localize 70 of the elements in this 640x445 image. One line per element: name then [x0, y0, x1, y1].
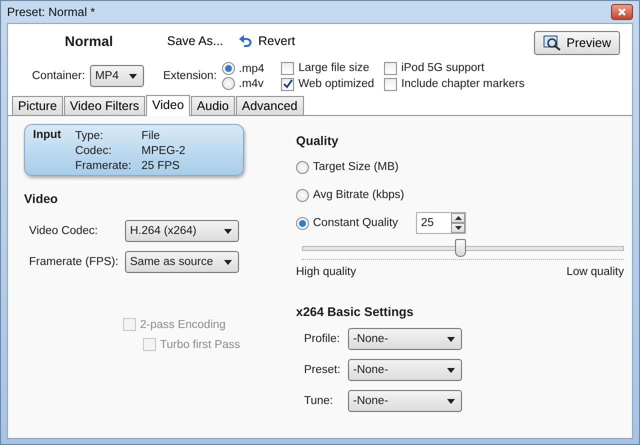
radio-button[interactable]	[222, 77, 235, 90]
checkbox[interactable]	[281, 62, 294, 74]
checkbox[interactable]	[384, 78, 398, 90]
section-heading: x264 Basic Settings	[296, 305, 414, 319]
down-arrow-icon	[454, 226, 462, 230]
radio-label: Avg Bitrate (kbps)	[313, 189, 404, 201]
dropdown[interactable]: -None-	[348, 328, 462, 350]
checkbox[interactable]	[384, 62, 398, 74]
checkbox-label: iPod 5G support	[401, 62, 484, 74]
spin-down-button[interactable]	[451, 223, 465, 233]
input-heading: Input	[33, 129, 62, 143]
radio-button[interactable]	[222, 62, 235, 75]
section-heading: Quality	[296, 134, 340, 148]
field-label: Preset:	[304, 364, 342, 376]
spin-up-button[interactable]	[451, 213, 465, 223]
radio-button[interactable]	[296, 160, 309, 174]
preview-button[interactable]: Preview	[534, 31, 620, 55]
checkbox-label: Large file size	[298, 62, 370, 74]
checkbox-label: Include chapter markers	[401, 78, 525, 90]
scale-label: High quality	[296, 266, 356, 278]
radio-label: .m4v	[238, 78, 264, 90]
slider-thumb[interactable]	[454, 239, 466, 257]
checkbox-label: Web optimized	[298, 78, 374, 90]
radio-button[interactable]	[296, 188, 309, 202]
tab[interactable]: Video	[146, 95, 190, 116]
checkmark-icon	[282, 79, 293, 89]
dropdown[interactable]: -None-	[348, 390, 462, 412]
window-title: Preset: Normal *	[7, 5, 96, 19]
radio-label: Target Size (MB)	[313, 161, 399, 173]
checkbox[interactable]	[281, 78, 294, 90]
preset-name: Normal	[64, 33, 113, 49]
caret-icon	[224, 228, 232, 234]
field-label: Video Codec:	[29, 225, 99, 237]
tab[interactable]: Picture	[12, 96, 63, 115]
close-button[interactable]	[611, 4, 633, 20]
checkbox-label: Turbo first Pass	[160, 338, 240, 350]
dropdown[interactable]: H.264 (x264)	[125, 220, 239, 242]
caret-icon	[447, 368, 455, 372]
radio-button[interactable]	[296, 216, 309, 230]
info-value: File	[141, 129, 161, 144]
info-label: Codec:	[75, 144, 113, 159]
preview-icon	[542, 35, 561, 51]
tab[interactable]: Advanced	[236, 96, 304, 115]
info-label: Framerate:	[75, 159, 132, 174]
container-dropdown[interactable]: MP4	[90, 65, 144, 87]
caret-icon	[447, 398, 455, 404]
field-label: Profile:	[304, 333, 341, 345]
number-field[interactable]: 25	[416, 212, 466, 234]
undo-icon	[239, 35, 252, 47]
field-label: Tune:	[304, 395, 334, 407]
info-label: Type:	[75, 129, 104, 144]
info-value: 25 FPS	[141, 159, 181, 174]
caret-icon	[224, 260, 232, 264]
up-arrow-icon	[454, 216, 462, 220]
dropdown[interactable]: Same as source	[125, 251, 239, 273]
radio-label: Constant Quality	[313, 217, 398, 229]
caret-icon	[129, 74, 138, 78]
dropdown[interactable]: -None-	[348, 359, 462, 381]
info-value: MPEG-2	[141, 144, 186, 159]
extension-label: Extension:	[163, 70, 217, 82]
checkbox-label: 2-pass Encoding	[140, 318, 226, 330]
tab[interactable]: Video Filters	[64, 96, 146, 115]
radio-label: .mp4	[238, 62, 264, 74]
scale-label: Low quality	[566, 266, 624, 278]
close-icon	[618, 8, 626, 16]
caret-icon	[447, 336, 455, 342]
section-heading: Video	[24, 192, 59, 206]
tab[interactable]: Audio	[190, 96, 235, 115]
container-label: Container:	[32, 70, 86, 82]
field-label: Framerate (FPS):	[29, 256, 120, 268]
